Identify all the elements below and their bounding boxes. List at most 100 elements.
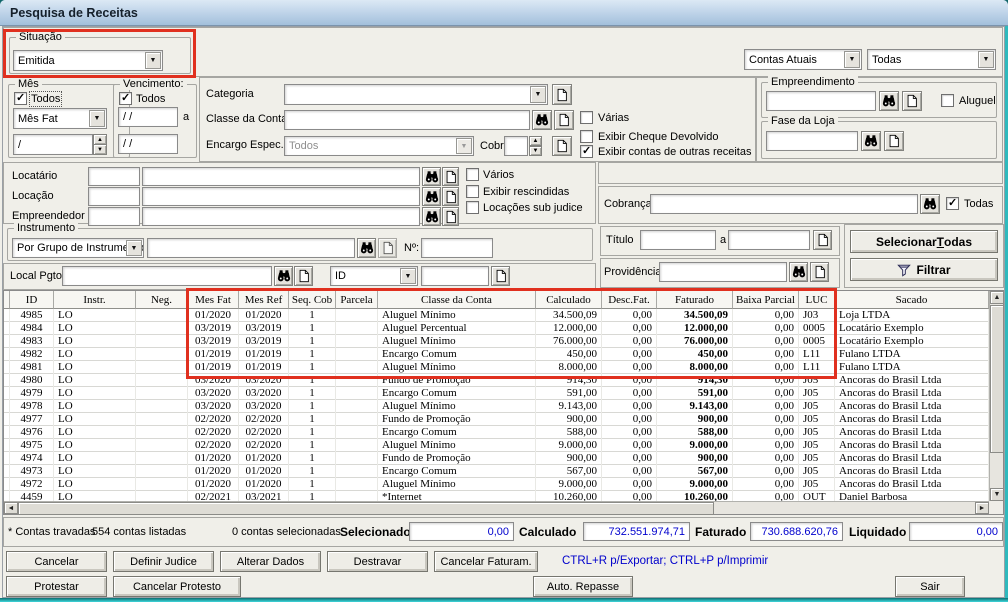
table-row[interactable]: 4981 LO 01/2019 01/2019 1 Aluguel Mínimo 8.000… [4, 361, 989, 374]
vertical-scroll-thumb[interactable] [990, 305, 1004, 453]
scroll-right-icon[interactable]: ► [975, 502, 989, 514]
column-header[interactable]: Seq. Cob [289, 291, 336, 309]
chevron-down-icon[interactable] [400, 268, 416, 284]
vencimento-ate-field[interactable]: / / [118, 134, 178, 154]
chevron-down-icon[interactable] [89, 110, 105, 127]
selecionar-todas-button[interactable]: Selecionar Todas [850, 230, 998, 253]
exibir-rescindidas-checkbox[interactable] [466, 185, 479, 198]
empreendedor-search-button[interactable] [422, 207, 441, 226]
mes-fat-select[interactable]: Mês Fat [13, 108, 107, 129]
vencimento-todos-checkbox[interactable] [119, 91, 132, 105]
table-row[interactable]: 4980 LO 03/2020 03/2020 1 Fundo de Promoção 91… [4, 374, 989, 387]
aluguel-checkbox[interactable] [941, 94, 954, 107]
column-header[interactable]: Desc.Fat. [602, 291, 657, 309]
empreendedor-new-button[interactable] [442, 207, 459, 226]
mes-spin-field[interactable]: / [13, 134, 93, 155]
varias-checkbox[interactable] [580, 111, 593, 124]
cobranca-search-button[interactable] [920, 194, 940, 214]
filtrar-button[interactable]: Filtrar [850, 258, 998, 281]
id-field[interactable] [421, 266, 489, 286]
table-row[interactable]: 4459 LO 02/2021 03/2021 1 *Internet 10.260,00 0… [4, 491, 989, 501]
column-header[interactable]: LUC [799, 291, 835, 309]
alterar-dados-button[interactable]: Alterar Dados [220, 551, 321, 572]
spin-down-icon[interactable]: ▼ [529, 146, 542, 156]
cobr-field[interactable] [504, 136, 528, 156]
locacao-name-field[interactable] [142, 187, 420, 206]
table-row[interactable]: 4984 LO 03/2019 03/2019 1 Aluguel Percentual 1… [4, 322, 989, 335]
selecionado-value-field[interactable]: 0,00 [409, 522, 514, 541]
providencia-search-button[interactable] [789, 262, 808, 282]
titulo-de-field[interactable] [640, 230, 716, 250]
providencia-new-button[interactable] [810, 262, 829, 282]
table-row[interactable]: 4973 LO 01/2020 01/2020 1 Encargo Comum 567,00… [4, 465, 989, 478]
table-row[interactable]: 4977 LO 02/2020 02/2020 1 Fundo de Promoção 90… [4, 413, 989, 426]
column-header[interactable]: Neg. [136, 291, 188, 309]
fase-loja-new-button[interactable] [884, 131, 904, 151]
chevron-down-icon[interactable] [844, 51, 860, 68]
empreendimento-field[interactable] [766, 91, 876, 111]
table-row[interactable]: 4975 LO 02/2020 02/2020 1 Aluguel Mínimo 9.000… [4, 439, 989, 452]
empreendedor-name-field[interactable] [142, 207, 420, 226]
contas-atuais-select[interactable]: Contas Atuais [744, 49, 862, 70]
empreendimento-search-button[interactable] [879, 91, 899, 111]
table-row[interactable]: 4979 LO 03/2020 03/2020 1 Encargo Comum 591,00… [4, 387, 989, 400]
table-row[interactable]: 4976 LO 02/2020 02/2020 1 Encargo Comum 588,00… [4, 426, 989, 439]
column-header[interactable]: Instr. [54, 291, 136, 309]
id-select[interactable]: ID [330, 266, 418, 286]
horizontal-scroll-thumb[interactable] [18, 502, 714, 515]
sair-button[interactable]: Sair [895, 576, 965, 597]
cobranca-field[interactable] [650, 194, 918, 214]
table-row[interactable]: 4983 LO 03/2019 03/2019 1 Aluguel Mínimo 76.00… [4, 335, 989, 348]
chevron-down-icon[interactable] [530, 86, 546, 103]
mes-todos-checkbox[interactable] [14, 91, 27, 105]
destravar-button[interactable]: Destravar [327, 551, 428, 572]
instrumento-search-button[interactable] [357, 238, 376, 258]
column-header[interactable]: ID [10, 291, 54, 309]
chevron-down-icon[interactable] [978, 51, 994, 68]
vencimento-de-field[interactable]: / / [118, 107, 178, 127]
titulo-ate-field[interactable] [728, 230, 810, 250]
fase-loja-field[interactable] [766, 131, 858, 151]
exibir-cheque-checkbox[interactable] [580, 130, 593, 143]
horizontal-scrollbar[interactable]: ◄ ► [4, 501, 989, 515]
fase-loja-search-button[interactable] [861, 131, 881, 151]
categoria-select[interactable] [284, 84, 548, 105]
varios-checkbox[interactable] [466, 168, 479, 181]
cobr-new-button[interactable] [552, 136, 572, 156]
classe-new-button[interactable] [554, 110, 574, 130]
locacoes-sub-judice-checkbox[interactable] [466, 201, 479, 214]
locatario-code-field[interactable] [88, 167, 140, 186]
column-header[interactable]: Mes Ref [239, 291, 289, 309]
local-pgto-field[interactable] [62, 266, 272, 286]
empreendedor-code-field[interactable] [88, 207, 140, 226]
table-row[interactable]: 4972 LO 01/2020 01/2020 1 Aluguel Mínimo 9.000… [4, 478, 989, 491]
column-header[interactable]: Baixa Parcial [733, 291, 799, 309]
auto-repasse-button[interactable]: Auto. Repasse [533, 576, 633, 597]
scroll-left-icon[interactable]: ◄ [4, 502, 18, 514]
locacao-search-button[interactable] [422, 187, 441, 206]
column-header[interactable]: Faturado [657, 291, 733, 309]
column-header[interactable]: Calculado [536, 291, 602, 309]
calculado-value-field[interactable]: 732.551.974,71 [583, 522, 690, 541]
id-new-button[interactable] [491, 266, 510, 286]
scroll-down-icon[interactable]: ▼ [990, 488, 1004, 501]
scroll-up-icon[interactable]: ▲ [990, 291, 1004, 304]
table-row[interactable]: 4985 LO 01/2020 01/2020 1 Aluguel Mínimo 34.50… [4, 309, 989, 322]
instrumento-tipo-select[interactable]: Por Grupo de Instrumento [12, 238, 144, 258]
table-row[interactable]: 4978 LO 03/2020 03/2020 1 Aluguel Mínimo 9.143… [4, 400, 989, 413]
titulo-new-button[interactable] [813, 230, 832, 250]
providencia-field[interactable] [659, 262, 787, 282]
abrangencia-select[interactable]: Todas [867, 49, 996, 70]
chevron-down-icon[interactable] [126, 240, 142, 256]
locatario-new-button[interactable] [442, 167, 459, 186]
faturado-value-field[interactable]: 730.688.620,76 [750, 522, 843, 541]
liquidado-value-field[interactable]: 0,00 [909, 522, 1003, 541]
empreendimento-new-button[interactable] [902, 91, 922, 111]
protestar-button[interactable]: Protestar [6, 576, 107, 597]
numero-field[interactable] [421, 238, 493, 258]
cancelar-faturamento-button[interactable]: Cancelar Faturam. [434, 551, 538, 572]
column-header[interactable]: Classe da Conta [378, 291, 536, 309]
local-pgto-new-button[interactable] [294, 266, 313, 286]
locatario-name-field[interactable] [142, 167, 420, 186]
table-row[interactable]: 4974 LO 01/2020 01/2020 1 Fundo de Promoção 90… [4, 452, 989, 465]
